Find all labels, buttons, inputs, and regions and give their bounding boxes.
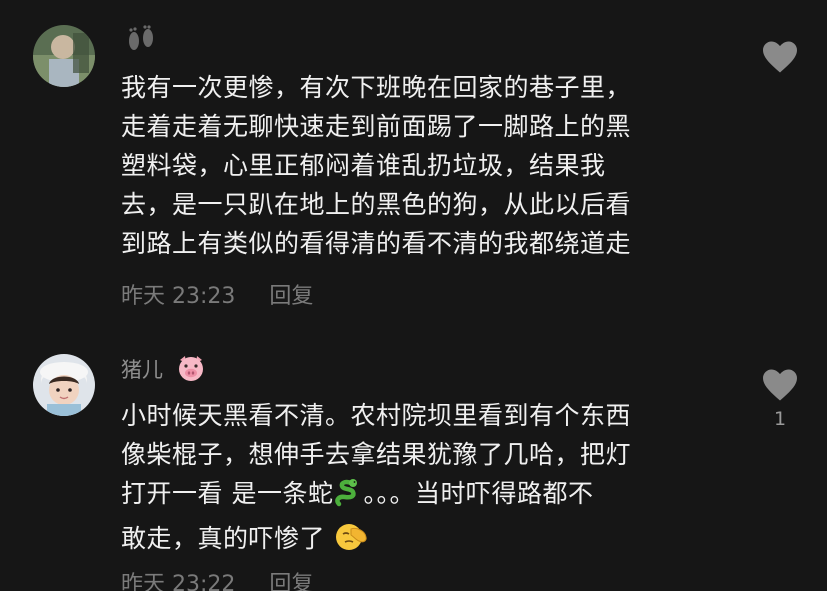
username[interactable]: 猪儿	[121, 354, 163, 384]
pig-face-emoji	[176, 354, 206, 382]
heart-icon	[763, 369, 797, 401]
facepalm-emoji	[333, 521, 369, 564]
avatar[interactable]	[33, 354, 95, 416]
comment-fragment: 打开一看 是一条蛇	[121, 479, 334, 508]
reply-button[interactable]: 回复	[269, 566, 313, 591]
comment-line: 打开一看 是一条蛇 。。。当时吓得路都不	[121, 474, 761, 519]
like-count: 1	[773, 408, 787, 430]
comment-list: 我有一次更惨，有次下班晚在回家的巷子里， 走着走着无聊快速走到前面踢了一脚路上的…	[0, 0, 827, 591]
comment-line: 敢走，真的吓惨了	[121, 519, 761, 564]
comment-line: 小时候天黑看不清。农村院坝里看到有个东西	[121, 401, 632, 430]
comment-item: 猪儿 1 小时候天黑看不清。农村院坝里看到有个东西 像柴棍子，想伸手去拿结果犹豫…	[0, 0, 827, 591]
comment-line: 像柴棍子，想伸手去拿结果犹豫了几哈，把灯	[121, 440, 632, 469]
timestamp: 昨天 23:22	[121, 572, 236, 591]
comment-fragment: 。。。当时吓得路都不	[363, 479, 594, 508]
like-button[interactable]: 1	[760, 368, 800, 430]
snake-emoji	[333, 478, 363, 519]
comment-meta: 昨天 23:22 回复	[121, 566, 313, 591]
comment-text: 小时候天黑看不清。农村院坝里看到有个东西 像柴棍子，想伸手去拿结果犹豫了几哈，把…	[121, 396, 761, 564]
comment-fragment: 敢走，真的吓惨了	[121, 524, 326, 553]
